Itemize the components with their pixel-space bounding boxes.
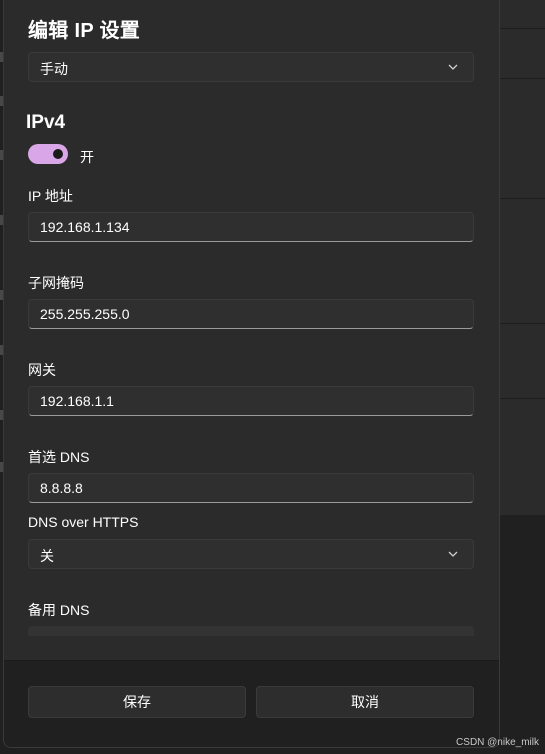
- watermark-text: CSDN @nike_milk: [456, 737, 539, 748]
- subnet-mask-label: 子网掩码: [28, 275, 84, 291]
- ip-address-value: 192.168.1.134: [40, 219, 130, 235]
- dialog-title: 编辑 IP 设置: [28, 20, 141, 42]
- gateway-label: 网关: [28, 362, 56, 378]
- subnet-mask-value: 255.255.255.0: [40, 306, 130, 322]
- subnet-mask-input[interactable]: 255.255.255.0: [28, 299, 474, 329]
- alternate-dns-input[interactable]: [28, 626, 474, 636]
- preferred-dns-input[interactable]: 8.8.8.8: [28, 473, 474, 503]
- chevron-down-icon: [448, 64, 458, 70]
- ipv4-heading: IPv4: [26, 112, 66, 133]
- gateway-input[interactable]: 192.168.1.1: [28, 386, 474, 416]
- preferred-dns-label: 首选 DNS: [28, 449, 90, 465]
- chevron-down-icon: [448, 551, 458, 557]
- background-panel: [497, 0, 545, 515]
- ip-address-label: IP 地址: [28, 188, 73, 204]
- dns-over-https-value: 关: [40, 548, 54, 564]
- ip-mode-value: 手动: [40, 61, 68, 77]
- toggle-knob: [53, 149, 63, 159]
- edit-ip-settings-dialog: 编辑 IP 设置 手动 IPv4 开 IP 地址 192.168.1.134 子…: [3, 0, 500, 748]
- cancel-button[interactable]: 取消: [256, 686, 474, 718]
- dns-over-https-select[interactable]: 关: [28, 539, 474, 569]
- gateway-value: 192.168.1.1: [40, 393, 114, 409]
- alternate-dns-label: 备用 DNS: [28, 602, 90, 618]
- ip-address-input[interactable]: 192.168.1.134: [28, 212, 474, 242]
- ipv4-toggle-label: 开: [80, 149, 94, 165]
- save-button[interactable]: 保存: [28, 686, 246, 718]
- dns-over-https-label: DNS over HTTPS: [28, 514, 139, 530]
- dialog-footer: 保存 取消: [4, 660, 499, 747]
- preferred-dns-value: 8.8.8.8: [40, 480, 83, 496]
- ip-mode-select[interactable]: 手动: [28, 52, 474, 82]
- ipv4-toggle[interactable]: [28, 144, 68, 164]
